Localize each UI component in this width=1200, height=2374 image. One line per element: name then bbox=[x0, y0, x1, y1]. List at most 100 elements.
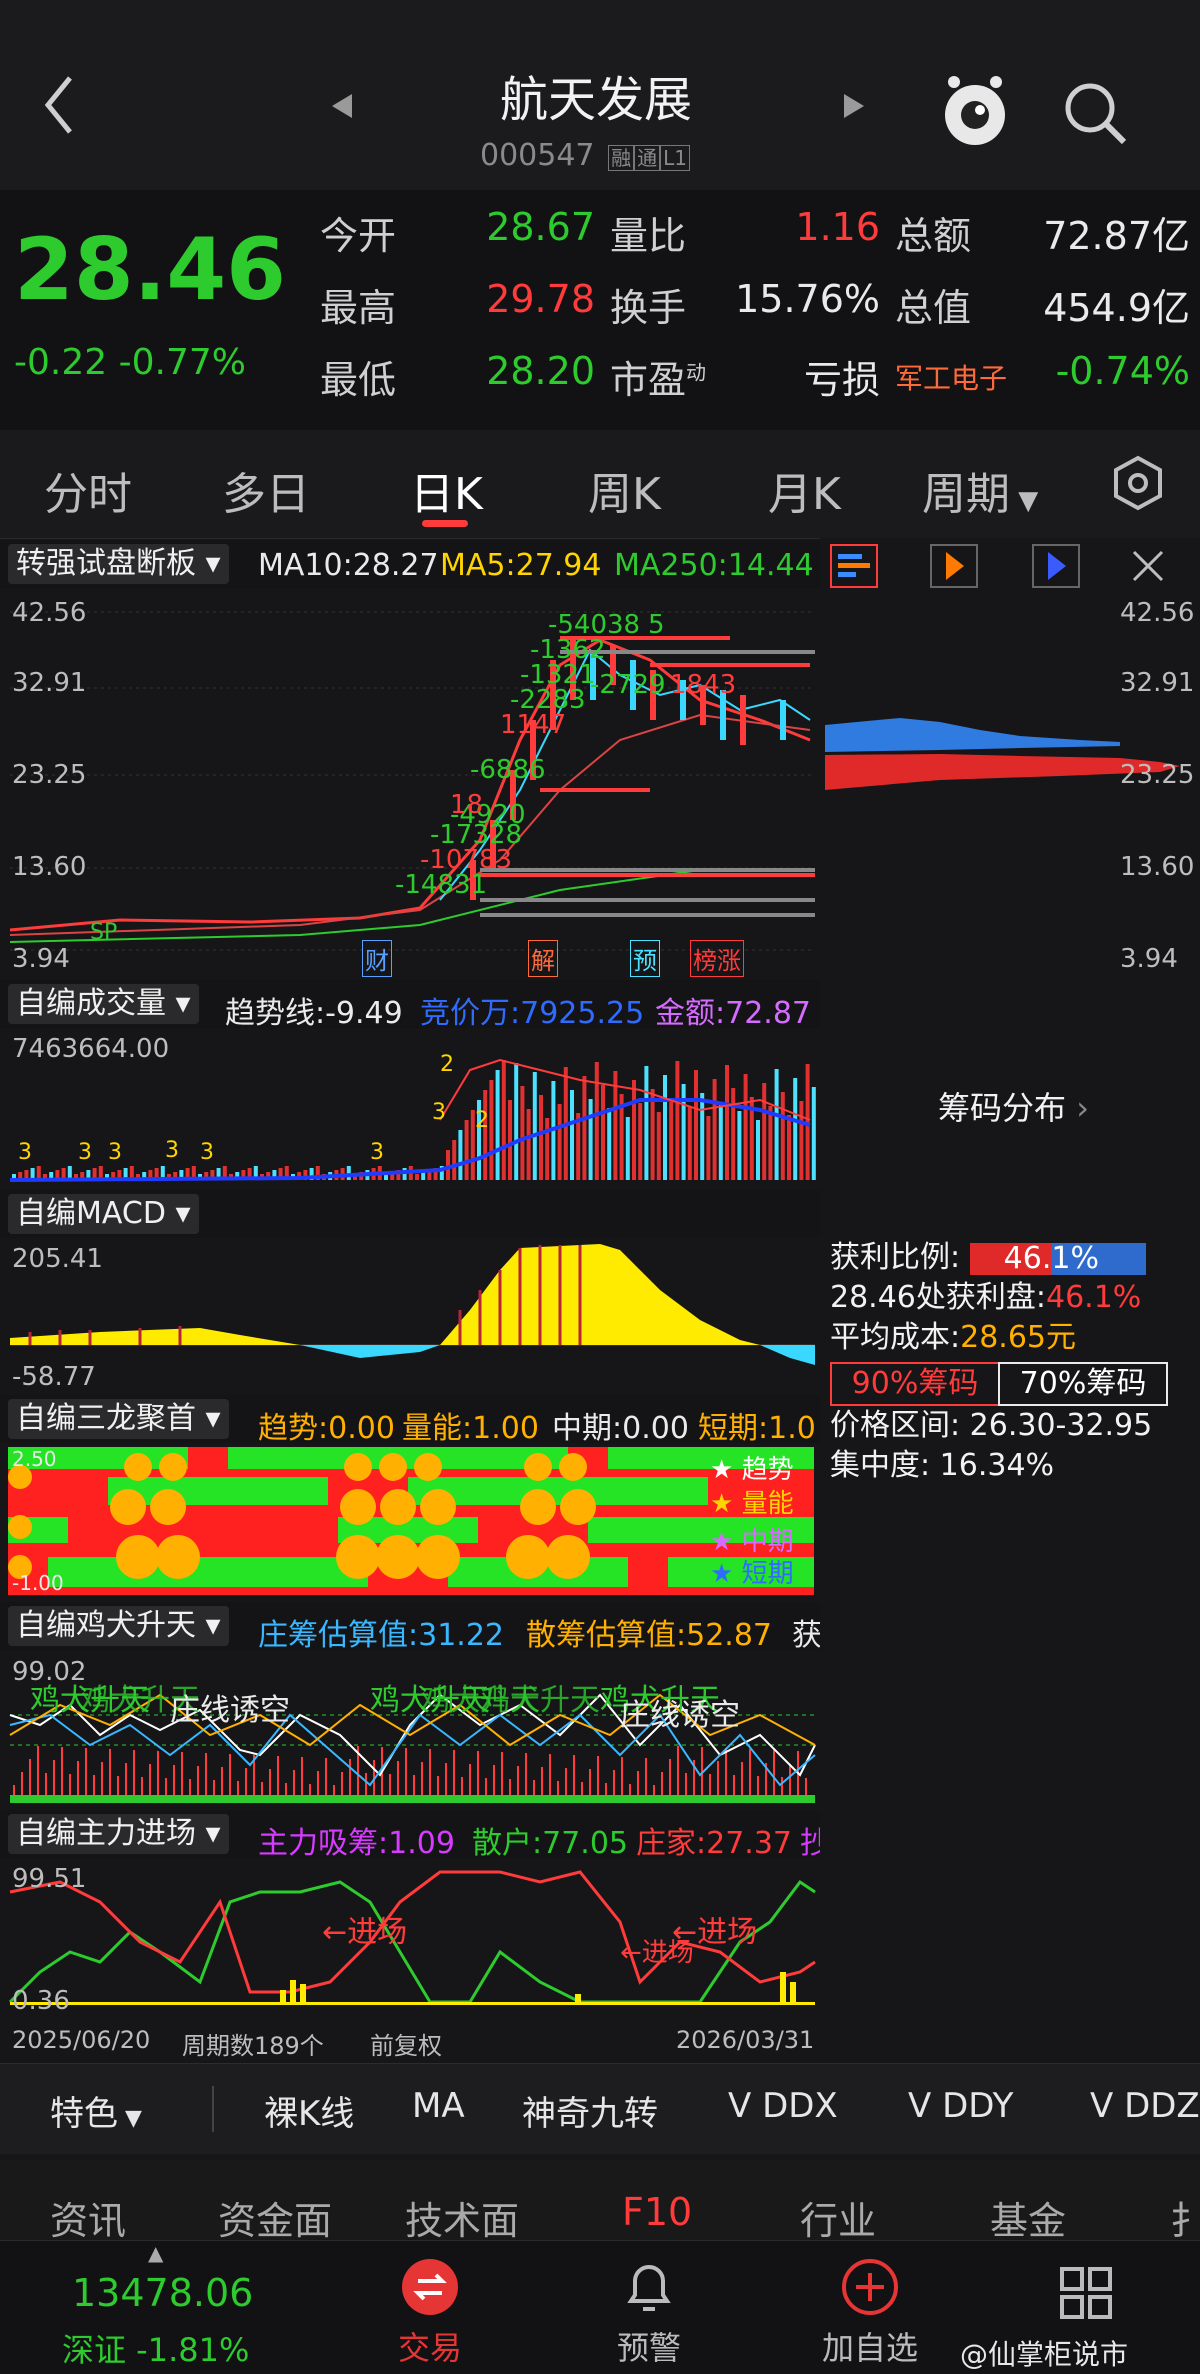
sanlong-indicator-select[interactable]: 自编三龙聚首 ▾ bbox=[8, 1399, 229, 1439]
zhuli-sanhu: 散户:77.05 bbox=[472, 1826, 628, 1861]
zhuli-header: 自编主力进场 ▾ 主力吸筹:1.09 散户:77.05 庄家:27.37 抄 bbox=[0, 1810, 830, 1861]
profit-at-row: 28.46处获利盘:46.1% bbox=[830, 1280, 1142, 1315]
vol-mark: 3 bbox=[108, 1140, 122, 1165]
annotation: -1362 bbox=[530, 635, 606, 665]
quote-key: 今开 bbox=[320, 214, 397, 258]
toolbar-ddz[interactable]: V DDZ bbox=[1090, 2086, 1200, 2126]
volume-bar bbox=[706, 1116, 711, 1180]
tab-technical[interactable]: 技术面 bbox=[405, 2190, 519, 2245]
chip-ytick-3: 13.60 bbox=[1120, 852, 1195, 882]
jiquan-more: 获 bbox=[792, 1618, 822, 1653]
vol-mark: 3 bbox=[432, 1100, 446, 1125]
settings-icon[interactable] bbox=[1110, 455, 1166, 515]
event-tag-jie[interactable]: 解 bbox=[528, 940, 558, 977]
legend-trend: ★ 趋势 bbox=[710, 1455, 794, 1485]
grid-menu-icon[interactable] bbox=[1056, 2263, 1116, 2327]
mascot-icon[interactable] bbox=[940, 70, 1010, 154]
annotation: -6886 bbox=[470, 755, 546, 785]
volume-bar bbox=[588, 1099, 593, 1180]
event-tag-cai[interactable]: 财 bbox=[362, 940, 392, 977]
sanlong-header: 自编三龙聚首 ▾ 趋势:0.00 量能:1.00 中期:0.00 短期:1.0 bbox=[0, 1395, 820, 1446]
tab-capital[interactable]: 资金面 bbox=[218, 2190, 332, 2245]
next-stock-icon[interactable] bbox=[842, 92, 866, 124]
event-tag-bangzhang[interactable]: 榜涨 bbox=[690, 940, 744, 977]
toolbar-naked-k[interactable]: 裸K线 bbox=[264, 2086, 354, 2135]
volume-bar bbox=[811, 1087, 816, 1180]
tab-more[interactable]: 扌 bbox=[1170, 2190, 1200, 2245]
back-icon[interactable] bbox=[40, 70, 80, 144]
last-price: 28.46 bbox=[14, 220, 287, 320]
expand-icon[interactable]: ▲ bbox=[148, 2241, 163, 2265]
tab-fund[interactable]: 基金 bbox=[990, 2190, 1066, 2245]
volume-bar bbox=[675, 1061, 680, 1180]
jiquan-indicator-select[interactable]: 自编鸡犬升天 ▾ bbox=[8, 1606, 229, 1646]
chip-70-button[interactable]: 70%筹码 bbox=[998, 1362, 1168, 1406]
macd-indicator-select[interactable]: 自编MACD ▾ bbox=[8, 1194, 199, 1234]
top-bar: 航天发展 000547 融通 L1 bbox=[0, 0, 1200, 190]
toolbar-ddx[interactable]: V DDX bbox=[728, 2086, 838, 2126]
annotation: -2729 bbox=[590, 670, 666, 700]
tab-rik[interactable]: 日K bbox=[410, 458, 483, 522]
toolbar-magic-nine[interactable]: 神奇九转 bbox=[522, 2086, 658, 2135]
quote-panel: 28.46 -0.22 -0.77% 今开 28.67 量比 1.16 总额 72.87亿… bbox=[0, 190, 1200, 430]
zhuli-chart: 99.51 0.36 ←进场 ←进场 ←进场 bbox=[0, 1862, 820, 2016]
blue-b-icon[interactable] bbox=[1032, 544, 1080, 588]
orange-b-icon[interactable] bbox=[930, 544, 978, 588]
tab-duori[interactable]: 多日 bbox=[222, 458, 310, 522]
alert-label: 预警 bbox=[616, 2329, 681, 2367]
toolbar-ddy[interactable]: V DDY bbox=[908, 2086, 1013, 2126]
prev-stock-icon[interactable] bbox=[330, 92, 354, 124]
add-watch-button[interactable]: 加自选 bbox=[810, 2255, 930, 2369]
tab-zhouk[interactable]: 周K bbox=[588, 458, 661, 522]
close-icon[interactable] bbox=[1130, 548, 1166, 588]
tab-fenshi[interactable]: 分时 bbox=[44, 458, 132, 522]
ma250-label: MA250:14.44 bbox=[614, 548, 814, 583]
tab-yuek[interactable]: 月K bbox=[768, 458, 841, 522]
price-change: -0.22 -0.77% bbox=[14, 342, 246, 383]
profit-ratio-row: 获利比例: 46.1% bbox=[830, 1238, 1200, 1278]
active-tab-indicator bbox=[422, 520, 468, 527]
volume-bar bbox=[650, 1089, 655, 1180]
quote-value: 72.87亿 bbox=[1043, 214, 1190, 258]
jiquan-chart: 99.02 鸡犬升天 鸡犬升天 鸡犬升天 鸡犬升天 鸡犬升天 鸡犬升天 庄线诱空… bbox=[0, 1655, 820, 1805]
tab-news[interactable]: 资讯 bbox=[50, 2190, 126, 2245]
volume-bar bbox=[731, 1088, 736, 1180]
chip-dist-icon[interactable] bbox=[830, 544, 878, 588]
quote-key: 军工电子 bbox=[895, 362, 1008, 395]
toolbar-ma[interactable]: MA bbox=[412, 2086, 465, 2126]
adjust-mode: 前复权 bbox=[370, 2032, 442, 2060]
volume-bar bbox=[656, 1112, 661, 1180]
quote-value: 28.20 bbox=[486, 349, 595, 393]
alert-button[interactable]: 预警 bbox=[604, 2255, 694, 2369]
price-range: 价格区间: 26.30-32.95 bbox=[830, 1408, 1153, 1443]
trade-label: 交易 bbox=[397, 2329, 462, 2367]
volume-indicator-select[interactable]: 自编成交量 ▾ bbox=[8, 984, 199, 1024]
kline-indicator-select[interactable]: 转强试盘断板 ▾ bbox=[8, 544, 229, 584]
badge-l1: L1 bbox=[660, 145, 690, 171]
quote-value: 29.78 bbox=[486, 277, 595, 321]
sanlong-energy: 量能:1.00 bbox=[402, 1411, 539, 1446]
chip-title[interactable]: 筹码分布 › bbox=[938, 1083, 1089, 1129]
amount-label: 金额:72.87 bbox=[655, 996, 811, 1031]
macd-header: 自编MACD ▾ bbox=[0, 1190, 820, 1238]
tab-industry[interactable]: 行业 bbox=[800, 2190, 876, 2245]
index-name[interactable]: 深证 -1.81% bbox=[62, 2325, 249, 2371]
trade-button[interactable]: 交易 bbox=[390, 2255, 470, 2369]
kline-ytick-0: 42.56 bbox=[12, 598, 87, 628]
volume-bar bbox=[774, 1069, 779, 1180]
jiquan-header: 自编鸡犬升天 ▾ 庄筹估算值:31.22 散筹估算值:52.87 获 bbox=[0, 1602, 822, 1653]
legend-short: ★ 短期 bbox=[710, 1559, 794, 1589]
zhuli-indicator-select[interactable]: 自编主力进场 ▾ bbox=[8, 1814, 229, 1854]
tab-zhouqi[interactable]: 周期 ▼ bbox=[922, 458, 1038, 522]
volume-bar bbox=[483, 1090, 488, 1180]
annotation: 5 bbox=[648, 610, 665, 640]
event-tag-yu[interactable]: 预 bbox=[630, 940, 660, 977]
chip-90-button[interactable]: 90%筹码 bbox=[830, 1362, 1000, 1406]
index-value[interactable]: 13478.06 bbox=[72, 2271, 253, 2315]
badge-tong: 通 bbox=[634, 145, 661, 171]
volume-bar bbox=[601, 1085, 605, 1180]
search-icon[interactable] bbox=[1060, 78, 1130, 152]
tab-f10[interactable]: F10 bbox=[622, 2190, 692, 2234]
volume-bar bbox=[737, 1111, 742, 1180]
feature-select[interactable]: 特色 ▼ bbox=[50, 2086, 142, 2135]
